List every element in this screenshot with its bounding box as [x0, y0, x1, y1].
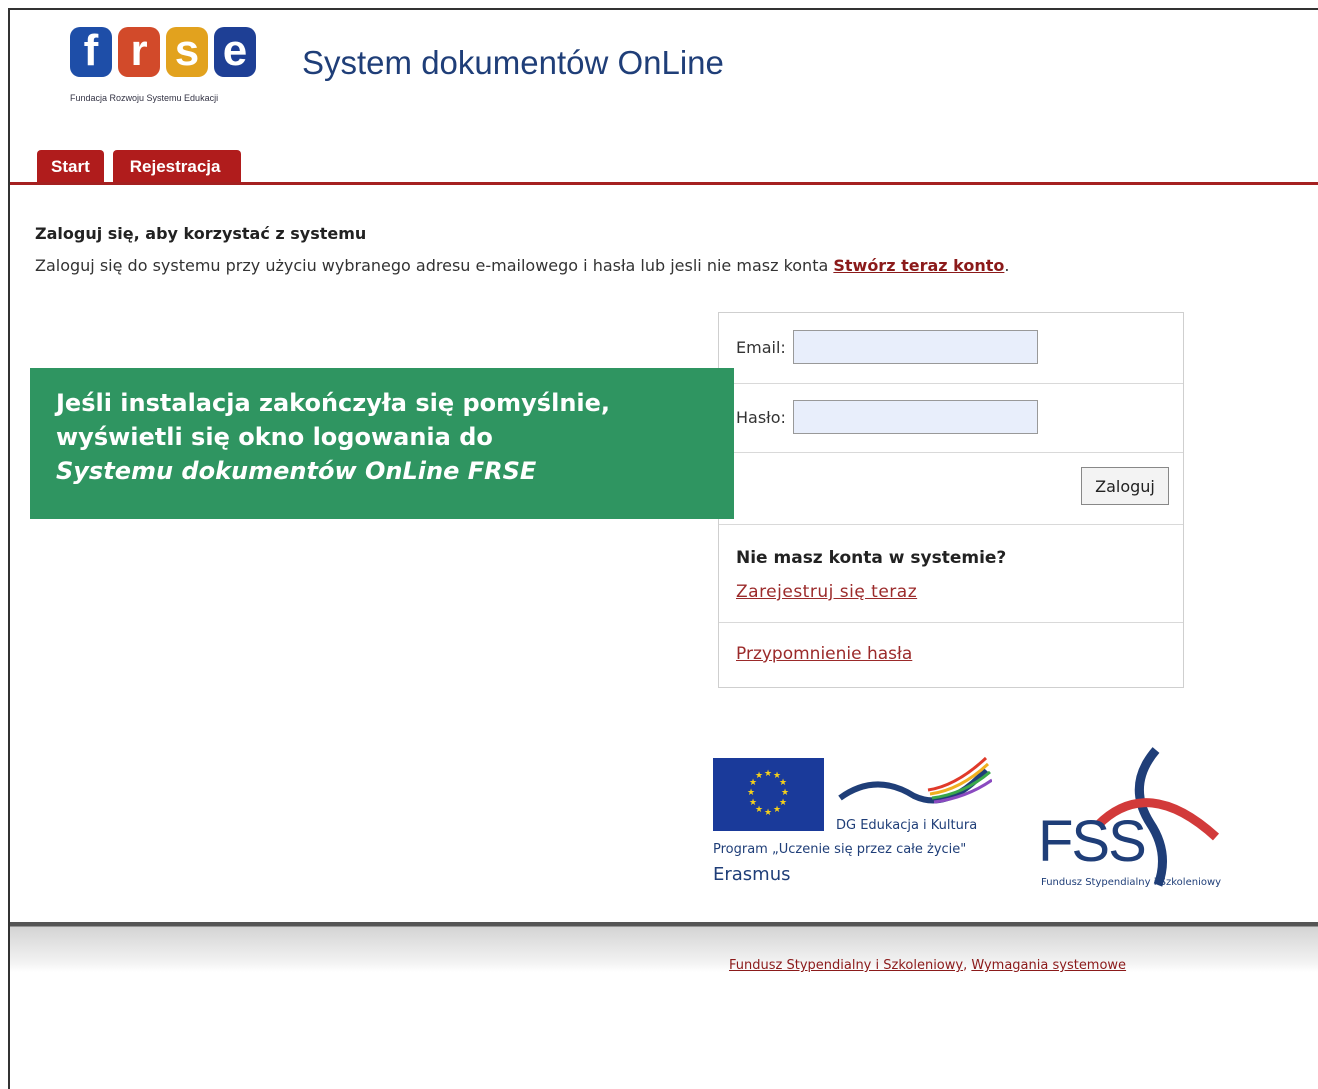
- llp-swoosh-icon: [838, 756, 992, 804]
- svg-text:★: ★: [764, 808, 772, 818]
- intro-suffix: .: [1004, 256, 1010, 275]
- password-label: Hasło:: [736, 408, 786, 427]
- callout-line-1: Jeśli instalacja zakończyła się pomyślni…: [56, 389, 611, 417]
- app-title: System dokumentów OnLine: [302, 44, 724, 81]
- callout-line-3: Systemu dokumentów OnLine FRSE: [56, 457, 537, 485]
- svg-text:★: ★: [773, 805, 781, 815]
- info-callout: Jeśli instalacja zakończyła się pomyślni…: [30, 368, 734, 519]
- footer-link-requirements[interactable]: Wymagania systemowe: [971, 958, 1126, 973]
- password-reminder-link[interactable]: Przypomnienie hasła: [736, 644, 912, 664]
- intro-text: Zaloguj się do systemu przy użyciu wybra…: [35, 256, 834, 275]
- logo-letter-e: e: [214, 27, 256, 77]
- eu-flag-logo: ★ ★ ★ ★ ★ ★ ★ ★ ★ ★ ★ ★: [713, 758, 824, 831]
- svg-text:★: ★: [755, 771, 763, 781]
- login-heading: Zaloguj się, aby korzystać z systemu: [35, 224, 367, 243]
- email-label: Email:: [736, 338, 786, 357]
- eu-stars-icon: ★ ★★ ★★★ ★★★ ★★★: [747, 769, 789, 818]
- tab-rejestracja[interactable]: Rejestracja: [112, 150, 242, 184]
- logo-letter-r: r: [118, 27, 160, 77]
- callout-line-2: wyświetli się okno logowania do: [56, 423, 493, 451]
- footer-link-fss[interactable]: Fundusz Stypendialny i Szkoleniowy: [729, 958, 963, 973]
- svg-text:★: ★: [747, 788, 755, 798]
- svg-text:★: ★: [779, 778, 787, 788]
- tab-bar: Start Rejestracja: [37, 150, 242, 184]
- svg-text:★: ★: [764, 769, 772, 779]
- frse-logo[interactable]: f r s e Fundacja Rozwoju Systemu Edukacj…: [70, 27, 280, 122]
- tab-start[interactable]: Start: [37, 150, 104, 184]
- logo-letter-f: f: [70, 27, 112, 77]
- register-link[interactable]: Zarejestruj się teraz: [736, 582, 917, 602]
- remind-row: Przypomnienie hasła: [719, 622, 1183, 688]
- password-field[interactable]: [793, 400, 1038, 434]
- fss-logo-text: FSS: [1038, 809, 1147, 874]
- program-label: Program „Uczenie się przez całe życie": [713, 842, 967, 857]
- erasmus-label: Erasmus: [713, 864, 791, 885]
- email-row: Email:: [719, 313, 1183, 384]
- submit-row: Zaloguj: [719, 452, 1183, 525]
- dg-label: DG Edukacja i Kultura: [836, 818, 978, 833]
- password-row: Hasło:: [719, 383, 1183, 453]
- register-row: Nie masz konta w systemie? Zarejestruj s…: [719, 524, 1183, 623]
- create-account-link[interactable]: Stwórz teraz konto: [833, 256, 1004, 275]
- email-field[interactable]: [793, 330, 1038, 364]
- fss-subtitle: Fundusz Stypendialny i Szkoleniowy: [1041, 877, 1222, 888]
- tab-underline: [10, 182, 1318, 185]
- svg-text:★: ★: [749, 798, 757, 808]
- svg-text:★: ★: [781, 788, 789, 798]
- logo-letter-s: s: [166, 27, 208, 77]
- login-panel: Email: Hasło: Zaloguj Nie masz konta w s…: [718, 312, 1184, 688]
- footer-links: Fundusz Stypendialny i Szkoleniowy, Wyma…: [729, 958, 1126, 973]
- logo-tagline: Fundacja Rozwoju Systemu Edukacji: [70, 93, 219, 103]
- no-account-text: Nie masz konta w systemie?: [736, 548, 1007, 568]
- logo-letters: f r s e: [70, 27, 256, 77]
- login-instructions: Zaloguj się do systemu przy użyciu wybra…: [35, 256, 1009, 275]
- login-button[interactable]: Zaloguj: [1081, 467, 1169, 505]
